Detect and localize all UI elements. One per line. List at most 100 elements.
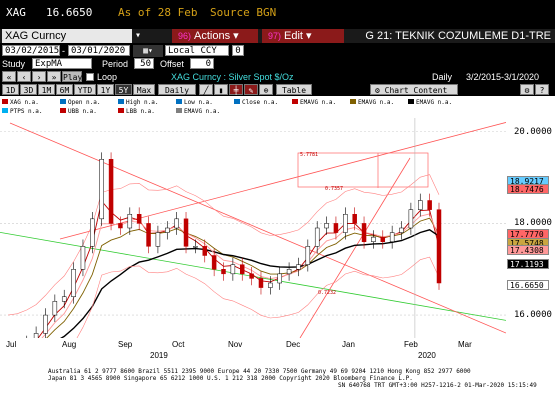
candle-body bbox=[61, 296, 67, 302]
candle-chart-icon[interactable]: ╪ bbox=[229, 84, 243, 95]
legend: XAG n.a. Open n.a. High n.a. Low n.a. Close … bbox=[0, 96, 555, 118]
legend-label: UBB n.a. bbox=[68, 108, 97, 115]
currency-value[interactable]: 0 bbox=[232, 45, 244, 56]
candle-body bbox=[333, 223, 339, 233]
period-1d[interactable]: 1D bbox=[2, 84, 19, 95]
candle-body bbox=[314, 227, 320, 247]
period-3d[interactable]: 3D bbox=[20, 84, 37, 95]
candle-body bbox=[174, 218, 179, 229]
offset-field[interactable]: 0 bbox=[190, 58, 214, 69]
price-chart[interactable]: 5.7781 0.7357 0.7232 bbox=[0, 118, 507, 398]
price-tag: 16.6650 bbox=[507, 279, 549, 290]
line-chart-icon[interactable]: ╱ bbox=[199, 84, 213, 95]
bar-chart-icon[interactable]: ▮ bbox=[214, 84, 228, 95]
fib-label: 0.7357 bbox=[325, 186, 343, 192]
candle-body bbox=[202, 246, 208, 256]
fib-box bbox=[297, 152, 429, 188]
legend-label: EMAVG n.a. bbox=[358, 99, 395, 106]
fib-label: 0.7232 bbox=[318, 290, 336, 296]
candle-body bbox=[80, 246, 86, 270]
x-tick-label: Nov bbox=[228, 340, 243, 349]
candle-body bbox=[165, 227, 170, 233]
calendar-icon[interactable]: ▦▾ bbox=[133, 45, 163, 57]
trend-line bbox=[299, 157, 411, 339]
legend-label: Close n.a. bbox=[242, 99, 279, 106]
candle-body bbox=[296, 264, 301, 270]
footer-session: SN 640768 TRT GMT+3:00 H257-1216-2 01-Ma… bbox=[338, 382, 537, 389]
price-tag: 17.4308 bbox=[507, 244, 549, 255]
x-tick-label: Oct bbox=[172, 340, 185, 349]
legend-swatch bbox=[118, 99, 124, 104]
fast-forward-icon[interactable]: » bbox=[47, 71, 61, 82]
candle-body bbox=[155, 232, 161, 247]
legend-item[interactable]: Low n.a. bbox=[176, 99, 213, 106]
price-tag: 17.1193 bbox=[507, 258, 549, 269]
legend-swatch bbox=[176, 108, 182, 113]
candle-body bbox=[352, 214, 357, 224]
legend-item[interactable]: UBB n.a. bbox=[60, 108, 97, 115]
x-axis: Jul Aug Sep Oct Nov Dec Jan Feb Mar 2019 2020 bbox=[0, 338, 555, 364]
period-1y[interactable]: 1Y bbox=[97, 84, 114, 95]
legend-item[interactable]: High n.a. bbox=[118, 99, 159, 106]
candle-body bbox=[418, 200, 423, 210]
candle-body bbox=[249, 273, 254, 279]
legend-swatch bbox=[350, 99, 356, 104]
legend-item[interactable]: EMAVG n.a. bbox=[408, 99, 452, 106]
candle-body bbox=[118, 223, 123, 229]
chart-content-button[interactable]: ⚙ Chart Content bbox=[370, 84, 458, 95]
legend-item[interactable]: EMAVG n.a. bbox=[350, 99, 394, 106]
legend-item[interactable]: EMAVG n.a. bbox=[176, 108, 220, 115]
legend-item[interactable]: EMAVG n.a. bbox=[292, 99, 336, 106]
legend-swatch bbox=[2, 99, 8, 104]
candle-body bbox=[361, 223, 367, 242]
candle-body bbox=[211, 255, 217, 270]
range-text: 3/2/2015-3/1/2020 bbox=[466, 72, 540, 82]
candle-body bbox=[146, 223, 151, 247]
rewind-icon[interactable]: « bbox=[2, 71, 16, 82]
legend-item[interactable]: LBB n.a. bbox=[118, 108, 155, 115]
legend-item[interactable]: XAG n.a. bbox=[2, 99, 39, 106]
period-field[interactable]: 50 bbox=[134, 58, 154, 69]
frequency-select[interactable]: Daily bbox=[158, 84, 196, 95]
play-button[interactable]: Play bbox=[62, 71, 82, 82]
as-of-date: As of 28 Feb bbox=[118, 6, 198, 19]
legend-label: High n.a. bbox=[126, 99, 159, 106]
period-ytd[interactable]: YTD bbox=[74, 84, 96, 95]
forward-icon[interactable]: › bbox=[32, 71, 46, 82]
x-tick-label: Jul bbox=[6, 340, 17, 349]
security-input[interactable]: XAG Curncy bbox=[2, 29, 132, 43]
start-date-field[interactable]: 03/02/2015 bbox=[2, 45, 60, 56]
study-select[interactable]: ExpMA bbox=[32, 58, 92, 69]
legend-item[interactable]: Open n.a. bbox=[60, 99, 101, 106]
y-axis: 16.0000 18.0000 20.0000 18.9217 18.7476 17.77… bbox=[506, 118, 555, 338]
candle-body bbox=[277, 273, 282, 284]
candle-body bbox=[305, 246, 311, 265]
help-icon[interactable]: ? bbox=[535, 84, 549, 95]
period-5y[interactable]: 5Y bbox=[115, 84, 132, 95]
settings-icon[interactable]: ⚙ bbox=[520, 84, 534, 95]
y-tick-label: 20.0000 bbox=[514, 126, 552, 137]
period-1m[interactable]: 1M bbox=[38, 84, 55, 95]
x-tick-label: Feb bbox=[404, 340, 418, 349]
annotate-icon[interactable]: ✎ bbox=[244, 84, 258, 95]
candle-body bbox=[221, 269, 226, 275]
legend-item[interactable]: Close n.a. bbox=[234, 99, 278, 106]
actions-button[interactable]: 96) Actions ▾ bbox=[172, 29, 258, 43]
zoom-icon[interactable]: ⊕ bbox=[259, 84, 273, 95]
study-label: Study bbox=[2, 59, 26, 69]
legend-label: PTPS n.a. bbox=[10, 108, 43, 115]
edit-button[interactable]: 97) Edit ▾ bbox=[262, 29, 344, 43]
period-6m[interactable]: 6M bbox=[56, 84, 73, 95]
currency-select[interactable]: Local CCY bbox=[165, 45, 229, 56]
loop-checkbox[interactable] bbox=[86, 73, 94, 81]
legend-item[interactable]: PTPS n.a. bbox=[2, 108, 43, 115]
end-date-field[interactable]: 03/01/2020 bbox=[68, 45, 130, 56]
candle-body bbox=[136, 214, 142, 224]
table-button[interactable]: Table bbox=[276, 84, 312, 95]
dropdown-icon[interactable]: ▾ bbox=[135, 30, 144, 42]
candle-body bbox=[108, 159, 114, 224]
candle-body bbox=[380, 236, 386, 242]
back-icon[interactable]: ‹ bbox=[17, 71, 31, 82]
study-row: Study ExpMA Period 50 Offset 0 bbox=[0, 58, 555, 70]
period-max[interactable]: Max bbox=[133, 84, 155, 95]
